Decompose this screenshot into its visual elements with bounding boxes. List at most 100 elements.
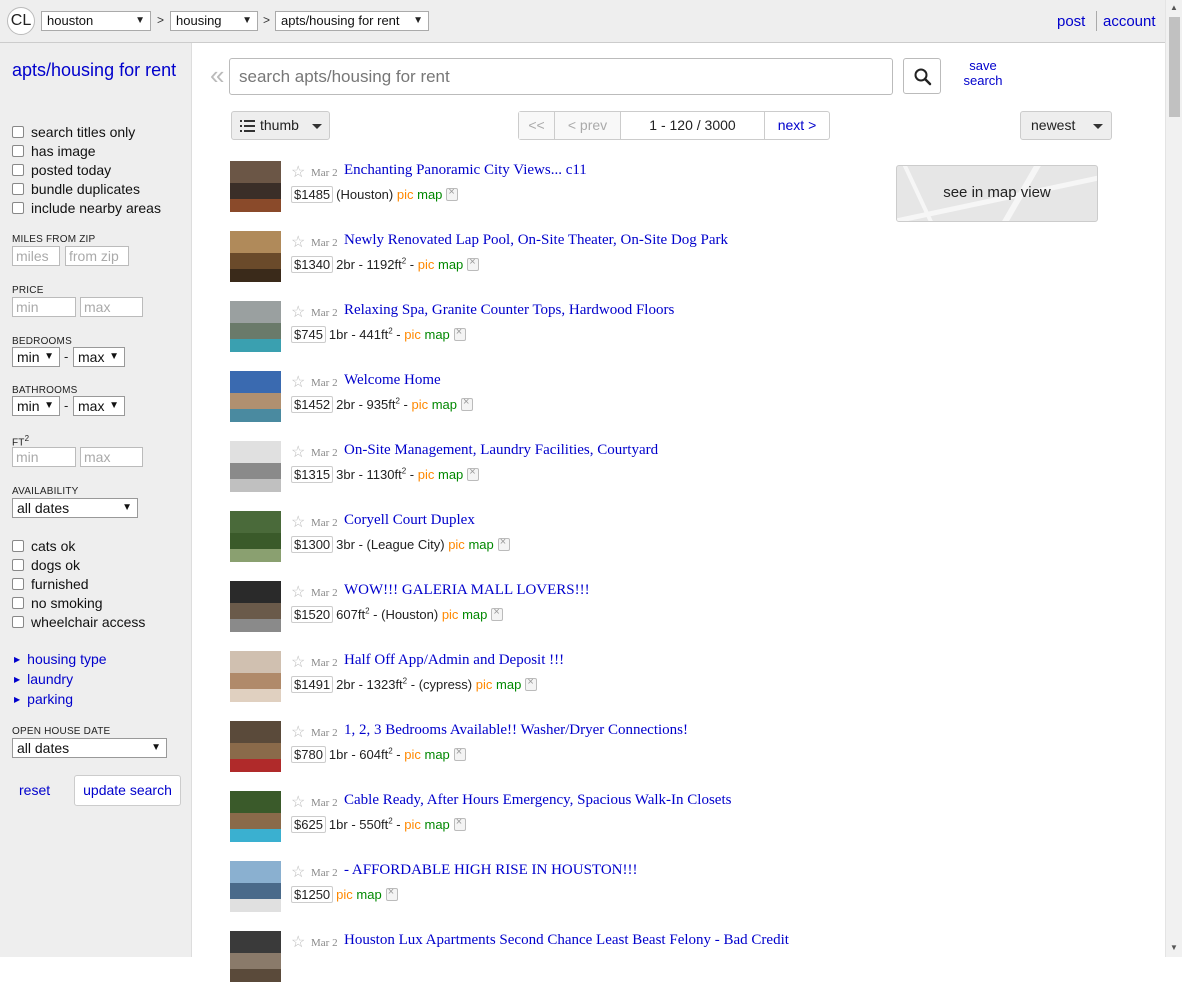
search-input[interactable]: search apts/housing for rent: [229, 58, 893, 95]
listing-title-link[interactable]: Enchanting Panoramic City Views... c11: [344, 162, 587, 179]
hide-listing-icon[interactable]: [385, 886, 398, 901]
map-link[interactable]: map: [356, 887, 381, 902]
hide-listing-icon[interactable]: [453, 326, 466, 341]
sort-select[interactable]: newest: [1020, 111, 1112, 140]
update-search-button[interactable]: update search: [74, 775, 181, 806]
miles-input[interactable]: miles: [12, 246, 60, 266]
collapse-sidebar-icon[interactable]: «: [210, 60, 224, 91]
hide-listing-icon[interactable]: [525, 676, 538, 691]
hide-listing-icon[interactable]: [453, 746, 466, 761]
hide-listing-icon[interactable]: [491, 606, 504, 621]
post-link[interactable]: post: [1057, 13, 1085, 30]
checkbox[interactable]: [12, 578, 24, 590]
checkbox-dogs-ok[interactable]: dogs ok: [12, 557, 80, 573]
listing-title-link[interactable]: 1, 2, 3 Bedrooms Available!! Washer/Drye…: [344, 722, 688, 739]
listing-title-link[interactable]: Cable Ready, After Hours Emergency, Spac…: [344, 792, 731, 809]
scroll-up-icon[interactable]: ▲: [1170, 3, 1178, 12]
checkbox-cats-ok[interactable]: cats ok: [12, 538, 75, 554]
checkbox-wheelchair-access[interactable]: wheelchair access: [12, 614, 145, 630]
prev-page-button[interactable]: < prev: [555, 112, 621, 139]
hide-listing-icon[interactable]: [467, 256, 480, 271]
listing-title-link[interactable]: Half Off App/Admin and Deposit !!!: [344, 652, 564, 669]
craigslist-logo[interactable]: CL: [7, 7, 35, 35]
favorite-star-icon[interactable]: ☆: [291, 372, 305, 392]
favorite-star-icon[interactable]: ☆: [291, 512, 305, 532]
checkbox-search-titles-only[interactable]: search titles only: [12, 124, 135, 140]
checkbox-bundle-duplicates[interactable]: bundle duplicates: [12, 181, 140, 197]
price-max-input[interactable]: max: [80, 297, 143, 317]
hide-listing-icon[interactable]: [497, 536, 510, 551]
listing-title-link[interactable]: Houston Lux Apartments Second Chance Lea…: [344, 932, 789, 949]
favorite-star-icon[interactable]: ☆: [291, 442, 305, 462]
checkbox[interactable]: [12, 540, 24, 552]
favorite-star-icon[interactable]: ☆: [291, 652, 305, 672]
listing-title-link[interactable]: - AFFORDABLE HIGH RISE IN HOUSTON!!!: [344, 862, 637, 879]
sidebar-link-laundry[interactable]: ▶ laundry: [14, 671, 73, 687]
account-link[interactable]: account: [1103, 13, 1156, 30]
map-view-button[interactable]: see in map view: [896, 165, 1098, 222]
favorite-star-icon[interactable]: ☆: [291, 932, 305, 952]
hide-listing-icon[interactable]: [467, 466, 480, 481]
listing-thumbnail[interactable]: [230, 861, 281, 912]
checkbox-furnished[interactable]: furnished: [12, 576, 89, 592]
listing-thumbnail[interactable]: [230, 511, 281, 562]
map-link[interactable]: map: [496, 677, 521, 692]
listing-title-link[interactable]: Welcome Home: [344, 372, 441, 389]
favorite-star-icon[interactable]: ☆: [291, 582, 305, 602]
listing-thumbnail[interactable]: [230, 651, 281, 702]
favorite-star-icon[interactable]: ☆: [291, 232, 305, 252]
checkbox-include-nearby[interactable]: include nearby areas: [12, 200, 161, 216]
first-page-button[interactable]: <<: [519, 112, 555, 139]
listing-thumbnail[interactable]: [230, 721, 281, 772]
scrollbar-thumb[interactable]: [1169, 17, 1180, 117]
map-link[interactable]: map: [438, 257, 463, 272]
bedrooms-min-select[interactable]: min ▼: [12, 347, 60, 367]
checkbox[interactable]: [12, 559, 24, 571]
favorite-star-icon[interactable]: ☆: [291, 792, 305, 812]
view-mode-select[interactable]: thumb: [231, 111, 330, 140]
listing-thumbnail[interactable]: [230, 161, 281, 212]
map-link[interactable]: map: [468, 537, 493, 552]
save-search-link[interactable]: save search: [958, 58, 1008, 88]
zip-input[interactable]: from zip: [65, 246, 129, 266]
reset-link[interactable]: reset: [19, 782, 50, 798]
checkbox[interactable]: [12, 616, 24, 628]
checkbox[interactable]: [12, 145, 24, 157]
bedrooms-max-select[interactable]: max ▼: [73, 347, 125, 367]
price-min-input[interactable]: min: [12, 297, 76, 317]
map-link[interactable]: map: [462, 607, 487, 622]
city-select[interactable]: houston ▼: [41, 11, 151, 31]
listing-thumbnail[interactable]: [230, 581, 281, 632]
map-link[interactable]: map: [432, 397, 457, 412]
listing-title-link[interactable]: Coryell Court Duplex: [344, 512, 475, 529]
category-select[interactable]: housing ▼: [170, 11, 258, 31]
map-link[interactable]: map: [424, 817, 449, 832]
checkbox[interactable]: [12, 183, 24, 195]
favorite-star-icon[interactable]: ☆: [291, 162, 305, 182]
favorite-star-icon[interactable]: ☆: [291, 722, 305, 742]
listing-title-link[interactable]: WOW!!! GALERIA MALL LOVERS!!!: [344, 582, 590, 599]
availability-select[interactable]: all dates ▼: [12, 498, 138, 518]
bathrooms-min-select[interactable]: min ▼: [12, 396, 60, 416]
listing-thumbnail[interactable]: [230, 231, 281, 282]
checkbox[interactable]: [12, 126, 24, 138]
bathrooms-max-select[interactable]: max ▼: [73, 396, 125, 416]
scrollbar[interactable]: ▲ ▼: [1165, 0, 1182, 957]
hide-listing-icon[interactable]: [461, 396, 474, 411]
map-link[interactable]: map: [424, 327, 449, 342]
checkbox[interactable]: [12, 202, 24, 214]
openhouse-select[interactable]: all dates ▼: [12, 738, 167, 758]
next-page-button[interactable]: next >: [765, 112, 829, 139]
checkbox[interactable]: [12, 164, 24, 176]
checkbox-no-smoking[interactable]: no smoking: [12, 595, 103, 611]
map-link[interactable]: map: [438, 467, 463, 482]
hide-listing-icon[interactable]: [453, 816, 466, 831]
checkbox[interactable]: [12, 597, 24, 609]
checkbox-has-image[interactable]: has image: [12, 143, 96, 159]
map-link[interactable]: map: [417, 187, 442, 202]
checkbox-posted-today[interactable]: posted today: [12, 162, 111, 178]
sqft-min-input[interactable]: min: [12, 447, 76, 467]
sidebar-link-housing-type[interactable]: ▶ housing type: [14, 651, 107, 667]
listing-thumbnail[interactable]: [230, 441, 281, 492]
listing-thumbnail[interactable]: [230, 301, 281, 352]
